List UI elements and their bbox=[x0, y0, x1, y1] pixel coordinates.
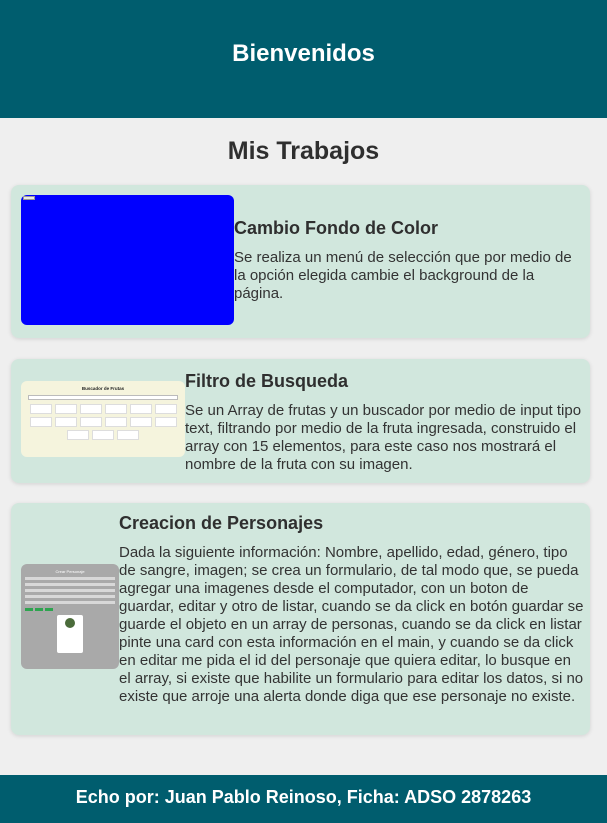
project-card-search-filter: Buscador de Frutas Filtro de Busqueda Se… bbox=[11, 359, 590, 483]
project-description: Dada la siguiente información: Nombre, a… bbox=[119, 544, 584, 705]
project-description: Se realiza un menú de selección que por … bbox=[234, 249, 572, 302]
avatar bbox=[65, 618, 75, 628]
thumbnail-search-input bbox=[28, 395, 178, 400]
character-card-preview bbox=[57, 615, 83, 653]
project-thumbnail[interactable]: Buscador de Frutas bbox=[21, 381, 185, 457]
select-menu-preview bbox=[23, 196, 35, 200]
thumbnail-buttons bbox=[25, 608, 119, 611]
project-card-character-creation: Crear Personaje Creacion de Personajes D… bbox=[11, 503, 590, 735]
thumbnail-title: Buscador de Frutas bbox=[81, 386, 125, 391]
thumbnail-title: Crear Personaje bbox=[55, 569, 85, 574]
footer-credit: Echo por: Juan Pablo Reinoso, Ficha: ADS… bbox=[75, 786, 532, 807]
project-title: Filtro de Busqueda bbox=[185, 371, 349, 391]
page-title: Bienvenidos bbox=[232, 40, 375, 67]
project-title: Cambio Fondo de Color bbox=[234, 218, 438, 238]
site-footer: Echo por: Juan Pablo Reinoso, Ficha: ADS… bbox=[0, 775, 607, 823]
project-thumbnail[interactable] bbox=[21, 195, 234, 325]
project-card-color-change: Cambio Fondo de Color Se realiza un menú… bbox=[11, 185, 590, 338]
project-title: Creacion de Personajes bbox=[119, 513, 324, 533]
fruit-grid-preview bbox=[21, 402, 185, 442]
project-thumbnail[interactable]: Crear Personaje bbox=[21, 564, 119, 669]
project-description: Se un Array de frutas y un buscador por … bbox=[185, 402, 582, 473]
site-header: Bienvenidos bbox=[0, 0, 607, 118]
section-title: Mis Trabajos bbox=[227, 137, 380, 165]
